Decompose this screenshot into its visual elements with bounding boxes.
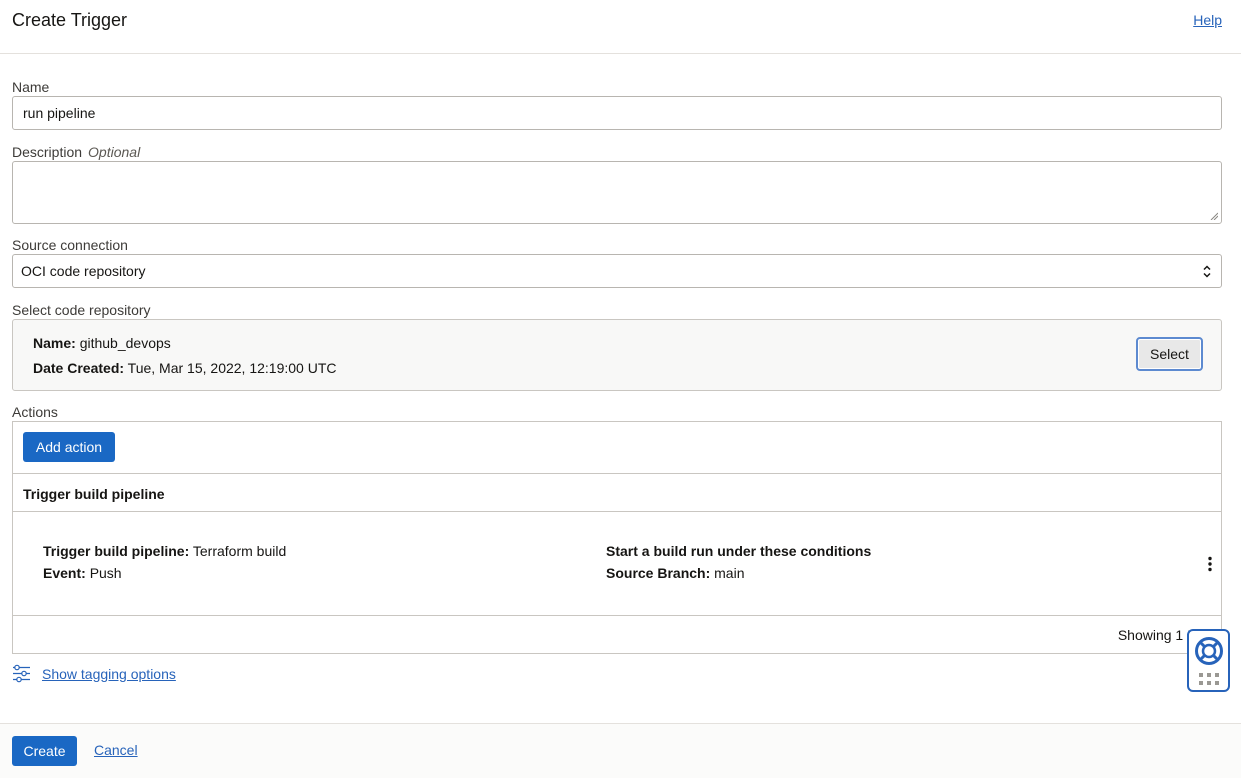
- page-title: Create Trigger: [12, 10, 128, 30]
- repo-panel: Name: github_devops Date Created: Tue, M…: [12, 319, 1222, 391]
- event-value: Push: [89, 565, 122, 581]
- show-tagging-link[interactable]: Show tagging options: [42, 666, 176, 682]
- description-label: Description Optional: [12, 144, 140, 160]
- repo-date: Date Created: Tue, Mar 15, 2022, 12:19:0…: [33, 360, 337, 376]
- help-link[interactable]: Help: [1193, 12, 1222, 28]
- actions-label: Actions: [12, 404, 58, 420]
- help-widget[interactable]: [1187, 629, 1230, 692]
- branch-line: Source Branch: main: [606, 565, 745, 581]
- sliders-icon: [13, 664, 30, 683]
- repo-name: Name: github_devops: [33, 335, 171, 351]
- repo-date-key: Date Created:: [33, 360, 125, 376]
- name-label: Name: [12, 79, 50, 95]
- tagging-toggle[interactable]: Show tagging options: [12, 664, 176, 683]
- pipeline-line: Trigger build pipeline: Terraform build: [43, 543, 286, 559]
- drag-handle-icon[interactable]: [1199, 673, 1219, 685]
- source-connection-label: Source connection: [12, 237, 128, 253]
- pipeline-value: Terraform build: [192, 543, 287, 559]
- event-key: Event:: [43, 565, 86, 581]
- branch-key: Source Branch:: [606, 565, 711, 581]
- description-label-text: Description: [12, 144, 83, 160]
- source-connection-select[interactable]: OCI code repository: [12, 254, 1222, 288]
- actions-table: Add action Trigger build pipeline Trigge…: [12, 421, 1222, 654]
- table-row: Trigger build pipeline: Terraform build …: [13, 512, 1221, 616]
- repo-name-value: github_devops: [79, 335, 171, 351]
- event-line: Event: Push: [43, 565, 122, 581]
- footer-bar: Create Cancel: [0, 723, 1241, 778]
- cancel-link[interactable]: Cancel: [94, 742, 138, 758]
- lifebuoy-icon: [1195, 637, 1223, 665]
- create-button[interactable]: Create: [12, 736, 77, 766]
- repo-name-key: Name:: [33, 335, 76, 351]
- repo-label: Select code repository: [12, 302, 151, 318]
- chevron-up-down-icon: [1203, 265, 1211, 278]
- description-textarea[interactable]: [12, 161, 1222, 224]
- source-connection-value: OCI code repository: [21, 263, 146, 279]
- conditions-title: Start a build run under these conditions: [606, 543, 872, 559]
- results-count: Showing 1 I: [1117, 627, 1191, 643]
- table-header: Trigger build pipeline: [13, 473, 1221, 512]
- column-header: Trigger build pipeline: [23, 486, 165, 502]
- resize-grip-icon[interactable]: [1210, 212, 1218, 220]
- pipeline-key: Trigger build pipeline:: [43, 543, 190, 559]
- repo-date-value: Tue, Mar 15, 2022, 12:19:00 UTC: [127, 360, 337, 376]
- select-repo-button[interactable]: Select: [1136, 337, 1203, 371]
- kebab-menu-icon[interactable]: [1207, 556, 1213, 572]
- add-action-button[interactable]: Add action: [23, 432, 115, 462]
- name-input[interactable]: [12, 96, 1222, 130]
- page-header: Create Trigger Help: [0, 0, 1241, 54]
- branch-value: main: [714, 565, 745, 581]
- optional-hint: Optional: [88, 144, 141, 160]
